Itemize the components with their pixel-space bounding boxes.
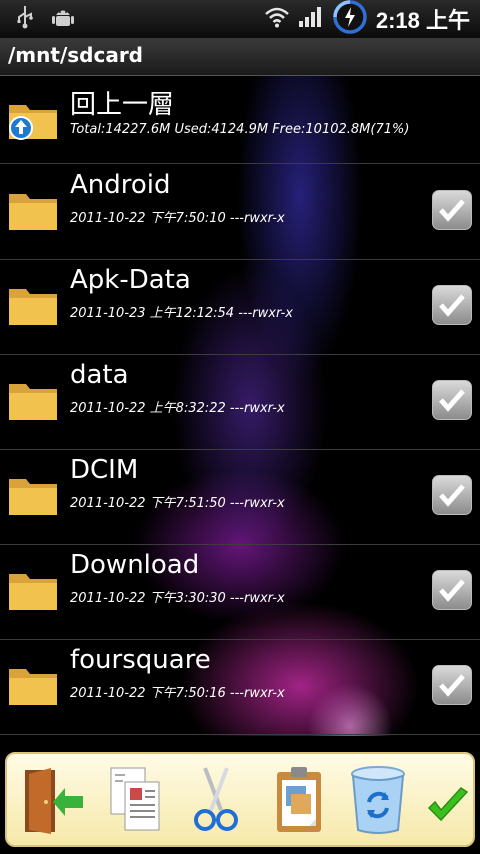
signal-icon: [298, 6, 324, 32]
copy-button[interactable]: [105, 764, 167, 836]
folder-icon: [8, 381, 58, 421]
select-checkbox[interactable]: [432, 665, 472, 705]
folder-meta: 2011-10-22 下午3:30:30 ---rwxr-x: [70, 591, 285, 606]
folder-name: data: [70, 360, 129, 390]
select-checkbox[interactable]: [432, 285, 472, 325]
up-directory-label: 回上一層: [70, 90, 175, 120]
up-directory-row[interactable]: 回上一層 Total:14227.6M Used:4124.9M Free:10…: [0, 76, 480, 164]
folder-name: Download: [70, 550, 200, 580]
folder-meta: 2011-10-22 上午8:32:22 ---rwxr-x: [70, 401, 285, 416]
exit-icon: [25, 768, 83, 834]
list-item[interactable]: Android 2011-10-22 下午7:50:10 ---rwxr-x: [0, 164, 480, 260]
list-item[interactable]: foursquare 2011-10-22 下午7:50:16 ---rwxr-…: [0, 639, 480, 735]
folder-meta: 2011-10-22 下午7:50:16 ---rwxr-x: [70, 686, 285, 701]
list-item[interactable]: Apk-Data 2011-10-23 上午12:12:54 ---rwxr-x: [0, 259, 480, 355]
copy-icon: [110, 767, 160, 831]
list-item[interactable]: Download 2011-10-22 下午3:30:30 ---rwxr-x: [0, 544, 480, 640]
folder-icon: [8, 571, 58, 611]
list-item[interactable]: data 2011-10-22 上午8:32:22 ---rwxr-x: [0, 354, 480, 450]
folder-name: foursquare: [70, 645, 211, 675]
file-list: 回上一層 Total:14227.6M Used:4124.9M Free:10…: [0, 76, 480, 736]
charging-icon: [332, 0, 368, 39]
folder-meta: 2011-10-22 下午7:50:10 ---rwxr-x: [70, 211, 285, 226]
folder-name: DCIM: [70, 455, 139, 485]
folder-icon: [8, 191, 58, 231]
exit-button[interactable]: [19, 764, 83, 836]
folder-meta: 2011-10-22 下午7:51:50 ---rwxr-x: [70, 496, 285, 511]
select-checkbox[interactable]: [432, 570, 472, 610]
wifi-icon: [264, 6, 290, 32]
select-checkbox[interactable]: [432, 380, 472, 420]
path-bar: /mnt/sdcard: [0, 38, 480, 76]
paste-icon: [277, 767, 321, 832]
delete-icon: [351, 766, 405, 834]
folder-meta: 2011-10-23 上午12:12:54 ---rwxr-x: [70, 306, 293, 321]
status-bar: 2:18 上午: [0, 0, 480, 38]
cut-button[interactable]: [185, 764, 247, 836]
confirm-button[interactable]: [423, 764, 473, 836]
status-clock: 2:18 上午: [375, 8, 470, 33]
folder-icon: [8, 666, 58, 706]
list-item[interactable]: DCIM 2011-10-22 下午7:51:50 ---rwxr-x: [0, 449, 480, 545]
current-path: /mnt/sdcard: [8, 43, 143, 67]
folder-up-icon: [8, 100, 58, 140]
delete-button[interactable]: [347, 764, 409, 836]
android-debug-icon: [52, 5, 74, 33]
action-toolbar: [5, 752, 475, 847]
paste-button[interactable]: [269, 764, 331, 836]
folder-icon: [8, 286, 58, 326]
folder-name: Apk-Data: [70, 265, 191, 295]
usb-icon: [16, 5, 34, 33]
confirm-icon: [427, 787, 469, 822]
select-checkbox[interactable]: [432, 190, 472, 230]
cut-icon: [194, 767, 238, 831]
storage-info: Total:14227.6M Used:4124.9M Free:10102.8…: [70, 122, 410, 137]
folder-name: Android: [70, 170, 171, 200]
select-checkbox[interactable]: [432, 475, 472, 515]
folder-icon: [8, 476, 58, 516]
